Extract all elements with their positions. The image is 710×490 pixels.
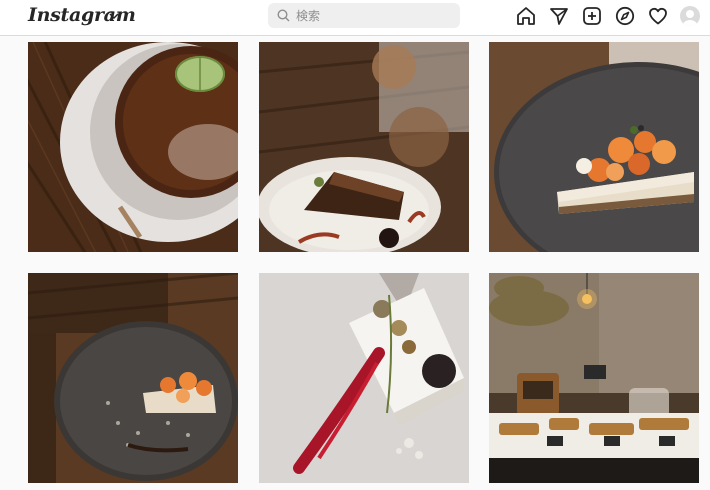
profile-avatar[interactable] [680,6,700,26]
post-thumbnail[interactable] [489,42,699,252]
chocolate-tart-photo [259,42,469,252]
explore-icon[interactable] [614,5,636,27]
activity-heart-icon[interactable] [647,5,669,27]
post-thumbnail[interactable] [28,42,238,252]
top-navigation-bar: Instagram [0,0,710,36]
bakery-counter-photo [489,273,699,483]
search-input[interactable] [296,6,446,25]
chevron-down-icon[interactable] [108,10,120,22]
fruit-cake-photo [489,42,699,252]
creme-brulee-photo [28,42,238,252]
direct-message-icon[interactable] [548,5,570,27]
new-post-icon[interactable] [581,5,603,27]
cheesecake-photo [259,273,469,483]
post-thumbnail[interactable] [28,273,238,483]
home-icon[interactable] [515,5,537,27]
post-thumbnail[interactable] [259,42,469,252]
default-avatar-icon [682,10,698,26]
plated-cake-photo [28,273,238,483]
search-icon [277,9,290,22]
post-thumbnail[interactable] [489,273,699,483]
post-thumbnail[interactable] [259,273,469,483]
search-box[interactable] [268,3,460,28]
